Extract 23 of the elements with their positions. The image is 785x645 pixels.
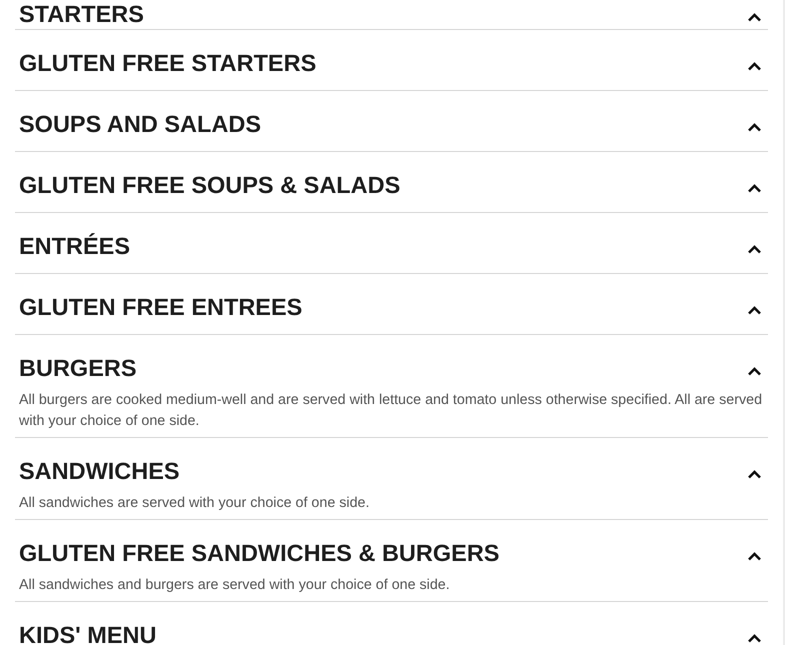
chevron-up-icon[interactable] [747, 469, 762, 479]
section-description: All burgers are cooked medium-well and are served with lettuce and tomato unless otherwise specified. All are served with your choice of one side. [19, 391, 764, 431]
chevron-up-icon[interactable] [747, 366, 762, 376]
section-title[interactable]: SOUPS AND SALADS [19, 110, 261, 138]
section-description: All sandwiches and burgers are served with your choice of one side. [19, 576, 451, 595]
section-title[interactable]: GLUTEN FREE STARTERS [19, 49, 316, 77]
section-description: All sandwiches are served with your choice of one side. [19, 494, 370, 513]
chevron-up-icon[interactable] [747, 12, 762, 22]
section-title[interactable]: SANDWICHES [19, 457, 180, 485]
chevron-up-icon[interactable] [747, 61, 762, 71]
section-title[interactable]: GLUTEN FREE SANDWICHES & BURGERS [19, 539, 500, 567]
section-title[interactable]: KIDS' MENU [19, 621, 156, 645]
section-title[interactable]: GLUTEN FREE ENTREES [19, 293, 302, 321]
chevron-up-icon[interactable] [747, 244, 762, 254]
chevron-up-icon[interactable] [747, 551, 762, 561]
section-title[interactable]: GLUTEN FREE SOUPS & SALADS [19, 171, 400, 199]
chevron-up-icon[interactable] [747, 122, 762, 132]
section-title[interactable]: BURGERS [19, 354, 137, 382]
section-title[interactable]: ENTRÉES [19, 232, 130, 260]
section-title[interactable]: STARTERS [19, 0, 144, 28]
chevron-up-icon[interactable] [747, 305, 762, 315]
chevron-up-icon[interactable] [747, 633, 762, 643]
chevron-up-icon[interactable] [747, 183, 762, 193]
